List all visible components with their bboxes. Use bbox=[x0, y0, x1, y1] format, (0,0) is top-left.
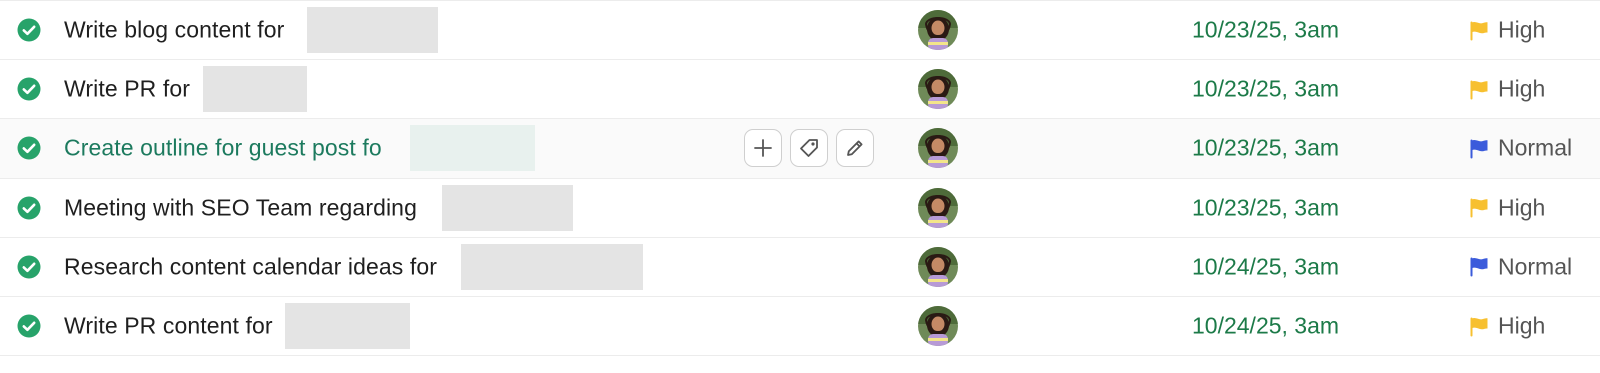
flag-icon bbox=[1468, 256, 1490, 278]
row-actions bbox=[744, 129, 874, 168]
due-date[interactable]: 10/23/25, 3am bbox=[1192, 17, 1339, 44]
task-title[interactable]: Write PR content for bbox=[64, 313, 273, 340]
priority-badge[interactable]: Normal bbox=[1468, 135, 1572, 162]
flag-icon bbox=[1468, 137, 1490, 159]
redacted-block bbox=[461, 243, 643, 290]
flag-icon bbox=[1468, 197, 1490, 219]
edit-button[interactable] bbox=[836, 129, 874, 168]
pencil-icon bbox=[847, 140, 863, 157]
add-subtask-button[interactable] bbox=[744, 129, 782, 168]
task-row[interactable]: Write PR for 10/23/25, 3am High bbox=[0, 60, 1600, 120]
flag-icon bbox=[1468, 78, 1490, 100]
assignee-avatar[interactable] bbox=[918, 69, 958, 109]
task-row[interactable]: Write blog content for 10/23/25, 3am Hig… bbox=[0, 1, 1600, 61]
assignee-avatar[interactable] bbox=[918, 306, 958, 346]
flag-icon bbox=[1468, 19, 1490, 41]
assignee-avatar[interactable] bbox=[918, 10, 958, 50]
add-tag-button[interactable] bbox=[790, 129, 828, 168]
priority-badge[interactable]: High bbox=[1468, 76, 1545, 103]
check-circle-icon[interactable] bbox=[17, 314, 41, 338]
priority-label: High bbox=[1498, 75, 1546, 102]
check-circle-icon[interactable] bbox=[17, 196, 41, 220]
assignee-avatar[interactable] bbox=[918, 247, 958, 287]
task-row[interactable]: Create outline for guest post fo 10/23/2… bbox=[0, 119, 1600, 179]
priority-label: High bbox=[1498, 194, 1546, 221]
task-title[interactable]: Create outline for guest post fo bbox=[64, 135, 382, 162]
redacted-block bbox=[442, 184, 573, 231]
due-date[interactable]: 10/23/25, 3am bbox=[1192, 76, 1339, 103]
priority-label: Normal bbox=[1498, 134, 1573, 161]
flag-icon bbox=[1468, 315, 1490, 337]
due-date[interactable]: 10/23/25, 3am bbox=[1192, 194, 1339, 221]
task-title[interactable]: Research content calendar ideas for bbox=[64, 253, 437, 280]
priority-label: Normal bbox=[1498, 253, 1573, 280]
due-date[interactable]: 10/24/25, 3am bbox=[1192, 313, 1339, 340]
redacted-block bbox=[203, 66, 307, 113]
task-title[interactable]: Meeting with SEO Team regarding bbox=[64, 194, 417, 221]
check-circle-icon[interactable] bbox=[17, 136, 41, 160]
priority-badge[interactable]: High bbox=[1468, 313, 1545, 340]
check-circle-icon[interactable] bbox=[17, 255, 41, 279]
due-date[interactable]: 10/23/25, 3am bbox=[1192, 135, 1339, 162]
task-title[interactable]: Write blog content for bbox=[64, 17, 284, 44]
tag-icon bbox=[800, 139, 818, 158]
redacted-block bbox=[307, 7, 438, 54]
assignee-avatar[interactable] bbox=[918, 128, 958, 168]
check-circle-icon[interactable] bbox=[17, 77, 41, 101]
priority-badge[interactable]: High bbox=[1468, 17, 1545, 44]
due-date[interactable]: 10/24/25, 3am bbox=[1192, 253, 1339, 280]
assignee-avatar[interactable] bbox=[918, 188, 958, 228]
task-row[interactable]: Write PR content for 10/24/25, 3am High bbox=[0, 297, 1600, 357]
task-list: Write blog content for 10/23/25, 3am Hig… bbox=[0, 0, 1600, 373]
redacted-block bbox=[410, 125, 535, 172]
redacted-block bbox=[285, 303, 410, 350]
task-row[interactable]: Research content calendar ideas for 10/2… bbox=[0, 238, 1600, 297]
priority-badge[interactable]: High bbox=[1468, 194, 1545, 221]
task-row[interactable]: Meeting with SEO Team regarding 10/23/25… bbox=[0, 179, 1600, 238]
check-circle-icon[interactable] bbox=[17, 18, 41, 42]
priority-badge[interactable]: Normal bbox=[1468, 253, 1572, 280]
priority-label: High bbox=[1498, 16, 1546, 43]
plus-icon bbox=[754, 139, 772, 158]
priority-label: High bbox=[1498, 312, 1546, 339]
task-title[interactable]: Write PR for bbox=[64, 76, 190, 103]
